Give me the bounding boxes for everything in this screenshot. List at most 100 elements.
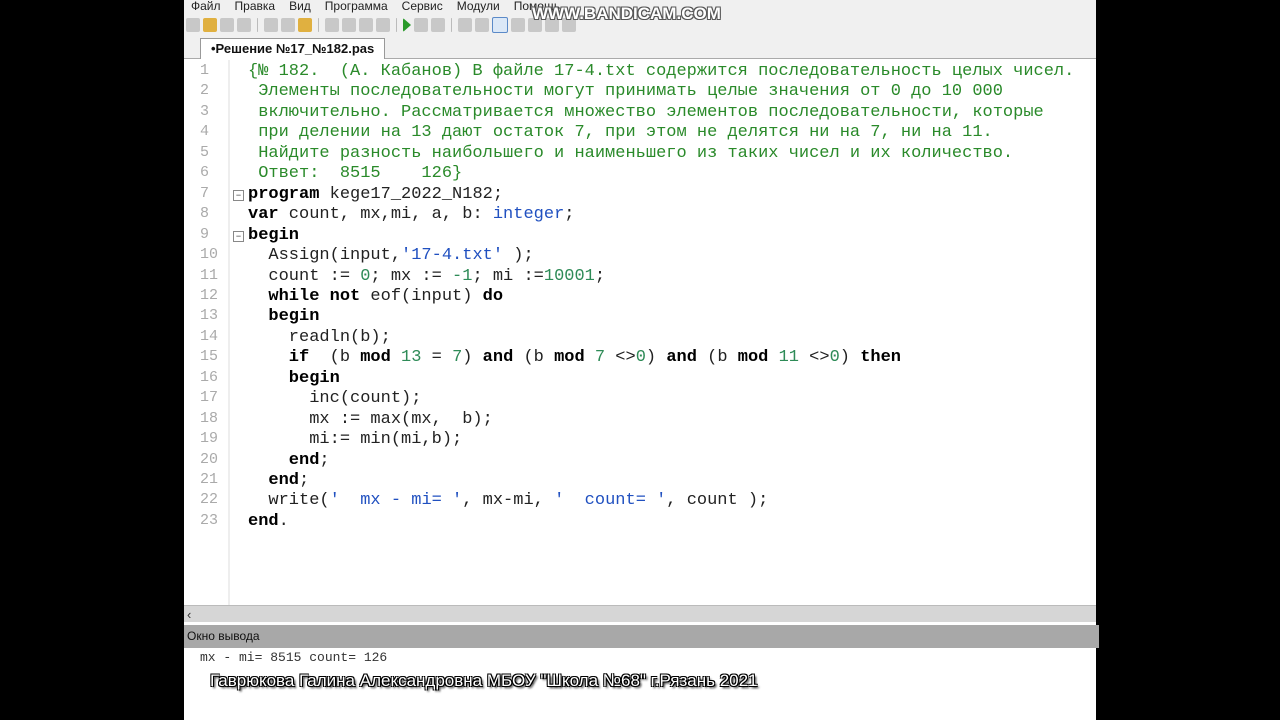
code-line[interactable]: begin bbox=[248, 307, 319, 327]
code-token: ; mx := bbox=[370, 266, 453, 286]
code-token: if bbox=[248, 348, 310, 368]
bandicam-watermark: WWW.BANDICAM.COM bbox=[532, 4, 721, 23]
fold-toggle-icon[interactable]: − bbox=[233, 189, 244, 201]
menu-item[interactable]: Файл bbox=[184, 0, 228, 14]
code-token: kege17_2022_N182; bbox=[319, 184, 504, 204]
code-token: ) bbox=[839, 348, 861, 368]
code-line[interactable]: Ответ: 8515 126} bbox=[248, 164, 462, 184]
save-all-icon[interactable] bbox=[237, 18, 251, 32]
redo-icon[interactable] bbox=[342, 18, 356, 32]
code-token: 7 bbox=[452, 348, 463, 368]
line-number: 1 bbox=[200, 62, 210, 79]
output-text: mx - mi= 8515 count= 126 bbox=[200, 650, 388, 665]
code-token: , mx-mi, bbox=[462, 491, 555, 511]
cut-icon[interactable] bbox=[264, 18, 278, 32]
save-icon[interactable] bbox=[220, 18, 234, 32]
code-token: readln(b); bbox=[248, 327, 391, 347]
fold-toggle-icon[interactable]: − bbox=[233, 230, 244, 242]
line-number: 7 bbox=[200, 184, 210, 202]
code-line[interactable]: inc(count); bbox=[248, 389, 421, 409]
open-folder-icon[interactable] bbox=[203, 18, 217, 32]
code-token: ); bbox=[503, 246, 534, 266]
undo-icon[interactable] bbox=[325, 18, 339, 32]
code-line[interactable]: включительно. Рассматривается множество … bbox=[248, 103, 1044, 123]
code-token: ; mi := bbox=[472, 266, 544, 286]
menu-item[interactable]: Модули bbox=[450, 0, 507, 14]
line-number: 15 bbox=[200, 348, 219, 366]
line-number: 8 bbox=[200, 205, 210, 223]
menu-item[interactable]: Программа bbox=[318, 0, 395, 14]
code-token: (b bbox=[309, 348, 361, 368]
code-line[interactable]: end; bbox=[248, 471, 309, 491]
tab-file[interactable]: •Решение №17_№182.pas bbox=[200, 38, 386, 59]
code-token: and bbox=[482, 348, 514, 368]
line-number: 13 bbox=[200, 307, 219, 325]
line-number: 6 bbox=[200, 164, 210, 182]
line-number: 23 bbox=[200, 511, 219, 529]
code-line[interactable]: Элементы последовательности могут приним… bbox=[248, 82, 1003, 102]
line-number: 22 bbox=[200, 491, 219, 509]
code-line[interactable]: begin bbox=[248, 226, 299, 246]
author-credit: Гаврюкова Галина Александровна МБОУ "Шко… bbox=[210, 671, 758, 690]
scroll-left-icon[interactable]: ‹ bbox=[187, 607, 191, 622]
line-number: 5 bbox=[200, 143, 210, 161]
code-line[interactable]: end. bbox=[248, 512, 289, 532]
code-line[interactable]: begin bbox=[248, 369, 340, 389]
indent-icon[interactable] bbox=[458, 18, 472, 32]
replace-icon[interactable] bbox=[376, 18, 390, 32]
code-line[interactable]: mx := max(mx, b); bbox=[248, 410, 493, 430]
new-file-icon[interactable] bbox=[186, 18, 200, 32]
code-token: 10001 bbox=[543, 266, 595, 286]
code-token: mod bbox=[554, 348, 585, 368]
code-token: Элементы последовательности могут приним… bbox=[248, 82, 1003, 102]
code-token: 11 bbox=[778, 348, 799, 368]
code-editor[interactable]: 1 {№ 182. (А. Кабанов) В файле 17-4.txt с… bbox=[184, 60, 1096, 605]
menu-item[interactable]: Сервис bbox=[395, 0, 450, 14]
menu-item[interactable]: Правка bbox=[228, 0, 283, 14]
stop-icon[interactable] bbox=[414, 18, 428, 32]
run-icon[interactable] bbox=[403, 18, 411, 32]
code-token: ' count= ' bbox=[554, 491, 667, 511]
code-line[interactable]: program kege17_2022_N182; bbox=[248, 185, 503, 205]
code-line[interactable]: при делении на 13 дают остаток 7, при эт… bbox=[248, 123, 993, 143]
paste-icon[interactable] bbox=[298, 18, 312, 32]
code-line[interactable]: write(' mx - mi= ', mx-mi, ' count= ', c… bbox=[248, 491, 768, 511]
find-icon[interactable] bbox=[359, 18, 373, 32]
code-token: do bbox=[482, 286, 504, 306]
code-token: count := bbox=[248, 266, 361, 286]
code-token: end bbox=[248, 471, 300, 490]
menu-item[interactable]: Вид bbox=[282, 0, 318, 14]
line-number: 3 bbox=[200, 102, 210, 120]
code-line[interactable]: Assign(input,'17-4.txt' ); bbox=[248, 246, 534, 266]
compile-icon[interactable] bbox=[431, 18, 445, 32]
code-token: Ответ: 8515 126} bbox=[248, 164, 463, 184]
code-token: and bbox=[666, 348, 697, 368]
code-token: then bbox=[860, 348, 901, 368]
code-token: mi:= min(mi,b); bbox=[248, 430, 463, 450]
line-number: 16 bbox=[200, 368, 219, 386]
code-line[interactable]: count := 0; mx := -1; mi :=10001; bbox=[248, 267, 605, 287]
code-token: = bbox=[421, 348, 453, 368]
console-icon[interactable] bbox=[511, 18, 525, 32]
output-window-icon[interactable] bbox=[492, 17, 508, 33]
line-number: 2 bbox=[200, 82, 210, 100]
code-token: 0 bbox=[635, 348, 646, 368]
code-line[interactable]: if (b mod 13 = 7) and (b mod 7 <>0) and … bbox=[248, 348, 901, 368]
code-token: ; bbox=[594, 266, 606, 286]
unindent-icon[interactable] bbox=[475, 18, 489, 32]
code-token: begin bbox=[248, 225, 300, 245]
copy-icon[interactable] bbox=[281, 18, 295, 32]
code-token: -1 bbox=[452, 266, 473, 286]
code-line[interactable]: end; bbox=[248, 451, 330, 471]
code-token: count, mx,mi, a, b: bbox=[278, 205, 493, 225]
line-number: 21 bbox=[200, 471, 219, 488]
code-line[interactable]: var count, mx,mi, a, b: integer; bbox=[248, 205, 574, 225]
code-line[interactable]: Найдите разность наибольшего и наименьше… bbox=[248, 144, 1013, 164]
line-number: 9 bbox=[200, 225, 210, 243]
horizontal-scrollbar[interactable]: ‹ bbox=[184, 605, 1096, 622]
code-line[interactable]: {№ 182. (А. Кабанов) В файле 17-4.txt со… bbox=[248, 62, 1074, 82]
code-line[interactable]: readln(b); bbox=[248, 328, 391, 348]
code-line[interactable]: while not eof(input) do bbox=[248, 287, 503, 307]
code-line[interactable]: mi:= min(mi,b); bbox=[248, 430, 462, 450]
